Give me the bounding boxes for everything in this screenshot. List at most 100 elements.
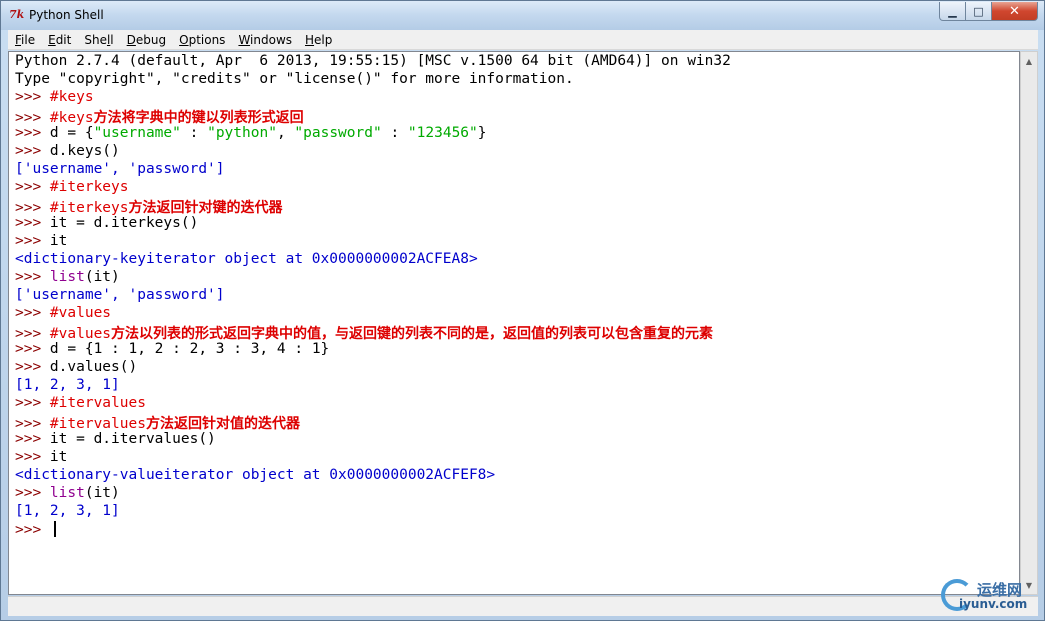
comment: #values <box>49 305 112 321</box>
vertical-scrollbar[interactable]: ▲ ▼ <box>1020 51 1038 595</box>
comment: #keys <box>49 89 94 105</box>
prompt: >>> <box>15 89 50 105</box>
code: (it) <box>84 269 120 285</box>
prompt: >>> <box>15 485 50 501</box>
input-line: >>> #keys方法将字典中的键以列表形式返回 <box>15 107 731 126</box>
code: it = d.iterkeys() <box>49 215 199 231</box>
prompt: >>> <box>15 395 50 411</box>
menu-edit[interactable]: Edit <box>41 33 77 47</box>
comment: #itervalues <box>49 395 146 411</box>
menu-debug[interactable]: Debug <box>120 33 172 47</box>
prompt: >>> <box>15 341 50 357</box>
menu-shell[interactable]: Shell <box>77 33 119 47</box>
output-line: <dictionary-valueiterator object at 0x00… <box>15 467 496 483</box>
menu-windows[interactable]: Windows <box>231 33 298 47</box>
comment: #keys <box>49 110 94 126</box>
window-title: Python Shell <box>29 8 104 22</box>
output-line: ['username', 'password'] <box>15 161 225 177</box>
input-line: >>> d = {"username" : "python", "passwor… <box>15 125 731 143</box>
text-cursor <box>53 521 56 537</box>
prompt: >>> <box>15 431 50 447</box>
code: d.values() <box>49 359 138 375</box>
menu-bar: File Edit Shell Debug Options Windows He… <box>8 30 1038 50</box>
input-line: >>> d.keys() <box>15 143 731 161</box>
menu-debug-label: ebug <box>135 32 167 47</box>
watermark-url: iyunv.com <box>959 597 1028 611</box>
input-line: >>> #itervalues方法返回针对值的迭代器 <box>15 413 731 432</box>
menu-options[interactable]: Options <box>172 33 231 47</box>
close-icon: ✕ <box>1009 3 1020 19</box>
string-literal: "password" <box>294 125 382 141</box>
input-line: >>> list(it) <box>15 485 731 503</box>
menu-file[interactable]: File <box>8 33 41 47</box>
input-line: >>> it <box>15 233 731 251</box>
code: d = {1 : 1, 2 : 2, 3 : 3, 4 : 1} <box>49 341 330 357</box>
menu-help[interactable]: Help <box>298 33 338 47</box>
prompt: >>> <box>15 522 50 538</box>
prompt: >>> <box>15 125 50 141</box>
input-line: >>> #values方法以列表的形式返回字典中的值，与返回键的列表不同的是，返… <box>15 323 731 342</box>
prompt: >>> <box>15 416 50 432</box>
prompt: >>> <box>15 359 50 375</box>
menu-help-label: elp <box>314 32 333 47</box>
output-line: ['username', 'password'] <box>15 287 225 303</box>
prompt: >>> <box>15 200 50 216</box>
input-line: >>> #values <box>15 305 731 323</box>
scroll-up-icon[interactable]: ▲ <box>1022 53 1036 69</box>
input-line: >>> it = d.itervalues() <box>15 431 731 449</box>
menu-debug-accel: D <box>126 32 136 47</box>
output-line: [1, 2, 3, 1] <box>15 377 120 393</box>
string-literal: "username" <box>93 125 181 141</box>
watermark-logo: 运维网 iyunv.com <box>939 577 1034 615</box>
comment: #iterkeys <box>49 200 129 216</box>
shell-text-area[interactable]: Python 2.7.4 (default, Apr 6 2013, 19:55… <box>8 51 1020 595</box>
maximize-button[interactable]: □ <box>966 2 992 21</box>
code: it = d.itervalues() <box>49 431 216 447</box>
menu-shell-label: She <box>84 32 107 47</box>
active-input-line[interactable]: >>> <box>15 521 731 539</box>
input-line: >>> list(it) <box>15 269 731 287</box>
input-line: >>> it = d.iterkeys() <box>15 215 731 233</box>
menu-file-label: ile <box>21 32 36 47</box>
prompt: >>> <box>15 143 50 159</box>
window-controls: ▁ □ ✕ <box>939 2 1038 21</box>
prompt: >>> <box>15 305 50 321</box>
prompt: >>> <box>15 110 50 126</box>
menu-shell-label-end: l <box>110 32 114 47</box>
python-shell-window: 7k Python Shell ▁ □ ✕ File Edit Shell De… <box>0 0 1045 621</box>
prompt: >>> <box>15 215 50 231</box>
prompt: >>> <box>15 326 50 342</box>
comment: #iterkeys <box>49 179 129 195</box>
comment-cjk: 方法将字典中的键以列表形式返回 <box>93 110 304 126</box>
maximize-icon: □ <box>973 4 984 18</box>
code: } <box>477 125 487 141</box>
comment-cjk: 方法返回针对键的迭代器 <box>128 200 283 216</box>
menu-help-accel: H <box>305 32 315 47</box>
input-line: >>> #iterkeys <box>15 179 731 197</box>
builtin-name: list <box>49 485 85 501</box>
code: it <box>49 449 68 465</box>
minimize-button[interactable]: ▁ <box>939 2 966 21</box>
title-bar[interactable]: 7k Python Shell ▁ □ ✕ <box>1 1 1044 30</box>
code: d = { <box>49 125 94 141</box>
code: it <box>49 233 68 249</box>
comment-cjk: 方法以列表的形式返回字典中的值，与返回键的列表不同的是，返回值的列表可以包含重复… <box>111 326 714 342</box>
comment: #itervalues <box>49 416 146 432</box>
input-line: >>> d.values() <box>15 359 731 377</box>
prompt: >>> <box>15 233 50 249</box>
comment-cjk: 方法返回针对值的迭代器 <box>145 416 300 432</box>
code: , <box>276 125 295 141</box>
prompt: >>> <box>15 449 50 465</box>
idle-app-icon: 7k <box>9 8 25 21</box>
menu-edit-label: dit <box>55 32 72 47</box>
input-line: >>> #keys <box>15 89 731 107</box>
code: (it) <box>84 485 120 501</box>
close-button[interactable]: ✕ <box>992 2 1038 21</box>
code: : <box>381 125 408 141</box>
output-line: <dictionary-keyiterator object at 0x0000… <box>15 251 478 267</box>
menu-options-accel: O <box>179 32 189 47</box>
menu-windows-accel: W <box>238 32 251 47</box>
shell-lines: Python 2.7.4 (default, Apr 6 2013, 19:55… <box>15 53 731 539</box>
banner-line: Type "copyright", "credits" or "license(… <box>15 71 574 87</box>
code: d.keys() <box>49 143 120 159</box>
